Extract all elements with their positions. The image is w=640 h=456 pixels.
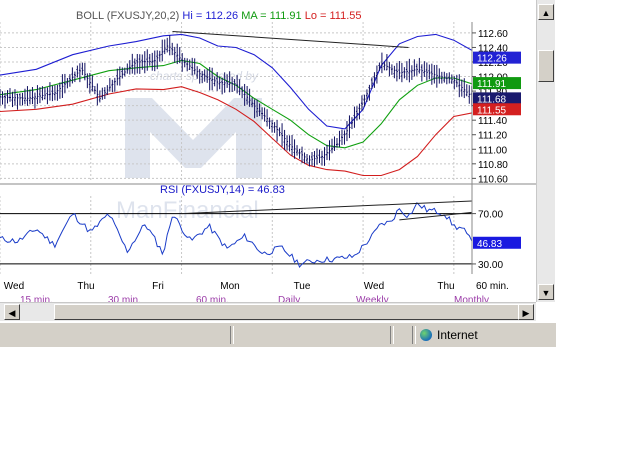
- y-tick-label: 110.60: [478, 174, 508, 185]
- y-tick-label: 111.40: [478, 116, 508, 127]
- rsi-legend: RSI (FXUSJY,14) = 46.83: [160, 184, 285, 196]
- stat-value: 111.91: [270, 10, 302, 22]
- x-tick-label: Tue: [294, 281, 311, 292]
- x-tick-label: Wed: [364, 281, 384, 292]
- zone-label: Internet: [437, 328, 478, 342]
- rsi-plot: [0, 200, 472, 268]
- price-trendline: [172, 30, 409, 48]
- price-tag-text: 112.26: [477, 54, 507, 65]
- y-tick-label: 70.00: [478, 210, 503, 221]
- timeframe-link[interactable]: Weekly: [356, 295, 389, 302]
- scroll-left-button[interactable]: ◀: [4, 304, 20, 320]
- status-bar: Internet: [0, 322, 556, 347]
- stat-label: Hi =: [182, 10, 205, 22]
- horizontal-scroll-thumb[interactable]: [54, 304, 520, 320]
- horizontal-scrollbar[interactable]: ◀ ▶: [0, 302, 536, 321]
- y-tick-label: 110.80: [478, 160, 508, 171]
- rsi-y-axis: 70.00 30.00 46.83: [472, 210, 521, 271]
- timeframe-links: 15 min. 30 min. 60 min. Daily Weekly Monthly: [20, 295, 489, 302]
- timeframe-link[interactable]: Monthly: [454, 295, 489, 302]
- timeframe-label: 60 min.: [476, 281, 509, 292]
- y-tick-label: 112.60: [478, 29, 508, 40]
- x-tick-label: Fri: [152, 281, 164, 292]
- x-tick-label: Thu: [77, 281, 94, 292]
- price-tag-text: 111.55: [477, 105, 507, 116]
- timeframe-link[interactable]: 30 min.: [108, 295, 141, 302]
- stat-value: 112.26: [205, 10, 238, 22]
- time-axis: Wed Thu Fri Mon Tue Wed Thu 60 min.: [4, 281, 509, 292]
- x-tick-label: Mon: [220, 281, 239, 292]
- security-zone: Internet: [420, 328, 478, 342]
- boll-title: BOLL (FXUSJY,20,2): [76, 10, 182, 22]
- stat-label: Lo =: [302, 10, 330, 22]
- chart-area: charts sponsored by ManFinancial 112.601…: [0, 10, 536, 302]
- vertical-scrollbar[interactable]: ▲ ▼: [536, 0, 555, 302]
- rsi-title: RSI (FXUSJY,14): [160, 184, 248, 196]
- status-separator: [230, 326, 234, 344]
- stat-label: MA =: [238, 10, 270, 22]
- browser-content: charts sponsored by ManFinancial 112.60 1…: [0, 0, 556, 347]
- vertical-scroll-thumb[interactable]: [538, 50, 554, 82]
- stat-value: 111.55: [330, 10, 362, 22]
- x-tick-label: Thu: [437, 281, 454, 292]
- y-tick-label: 111.20: [478, 131, 508, 142]
- watermark-m-shape: [125, 98, 262, 178]
- rsi-value: = 46.83: [248, 184, 285, 196]
- price-tag-text: 111.91: [477, 79, 507, 90]
- timeframe-link[interactable]: Daily: [278, 295, 300, 302]
- price-y-axis: 112.60112.40112.20112.00111.80111.60111.…: [472, 29, 521, 185]
- status-separator: [390, 326, 394, 344]
- scroll-down-button[interactable]: ▼: [538, 284, 554, 300]
- rsi-tag-text: 46.83: [477, 239, 502, 250]
- y-tick-label: 30.00: [478, 260, 503, 271]
- scroll-right-button[interactable]: ▶: [518, 304, 534, 320]
- globe-icon: [420, 329, 432, 341]
- x-tick-label: Wed: [4, 281, 24, 292]
- scroll-up-button[interactable]: ▲: [538, 4, 554, 20]
- status-separator: [412, 326, 416, 344]
- timeframe-link[interactable]: 60 min.: [196, 295, 229, 302]
- timeframe-link[interactable]: 15 min.: [20, 295, 53, 302]
- y-tick-label: 111.00: [478, 145, 508, 156]
- watermark-brand-text: ManFinancial: [116, 197, 259, 224]
- boll-legend: BOLL (FXUSJY,20,2) Hi = 112.26 MA = 111.…: [76, 10, 362, 22]
